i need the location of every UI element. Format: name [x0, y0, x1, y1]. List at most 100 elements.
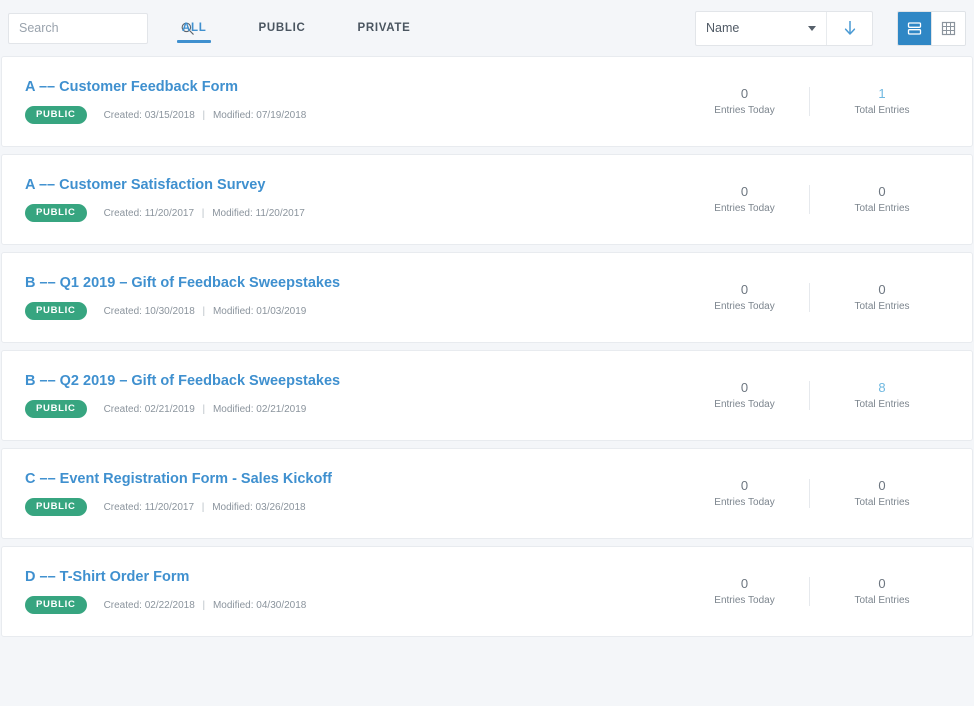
form-dates: Created: 11/20/2017 | Modified: 11/20/20…	[104, 208, 305, 219]
entries-today-label: Entries Today	[714, 203, 775, 214]
form-meta: PUBLIC Created: 11/20/2017 | Modified: 1…	[25, 203, 699, 223]
grid-view-icon	[941, 21, 956, 35]
created-label: Created:	[103, 109, 142, 121]
form-card-main: A –– Customer Feedback Form PUBLIC Creat…	[2, 79, 699, 125]
total-entries-label: Total Entries	[854, 301, 910, 312]
total-entries-value[interactable]: 8	[829, 381, 935, 394]
search-input[interactable]	[19, 21, 180, 35]
entries-today-value: 0	[740, 478, 749, 493]
entries-today-stat: 0 Entries Today	[699, 381, 790, 410]
search-box[interactable]	[8, 12, 194, 44]
form-list-item[interactable]: A –– Customer Feedback Form PUBLIC Creat…	[1, 56, 973, 147]
entries-today-stat: 0 Entries Today	[699, 479, 790, 508]
form-stats: 0 Entries Today 0 Total Entries	[699, 185, 937, 214]
total-entries-stat: 0 Total Entries	[809, 577, 937, 606]
form-title-link[interactable]: D –– T-Shirt Order Form	[25, 569, 699, 585]
created-date: 10/30/2018	[144, 305, 195, 317]
visibility-badge[interactable]: PUBLIC	[25, 203, 87, 223]
total-entries-stat: 8 Total Entries	[809, 381, 937, 410]
entries-today-value: 0	[740, 282, 749, 297]
total-entries-stat: 1 Total Entries	[809, 87, 937, 116]
meta-separator: |	[202, 403, 206, 415]
form-title-link[interactable]: B –– Q2 2019 – Gift of Feedback Sweepsta…	[25, 373, 699, 389]
form-card-main: D –– T-Shirt Order Form PUBLIC Created: …	[2, 569, 699, 615]
created-date: 02/21/2019	[144, 403, 195, 415]
form-list-item[interactable]: B –– Q1 2019 – Gift of Feedback Sweepsta…	[1, 252, 973, 343]
entries-today-label: Entries Today	[714, 595, 775, 606]
form-list-item[interactable]: C –– Event Registration Form - Sales Kic…	[1, 448, 973, 539]
sort-by-select[interactable]: Name	[696, 12, 826, 45]
modified-label: Modified:	[212, 109, 254, 121]
form-card-main: B –– Q1 2019 – Gift of Feedback Sweepsta…	[2, 275, 699, 321]
modified-label: Modified:	[212, 501, 253, 513]
sort-direction-button[interactable]	[826, 11, 872, 45]
total-entries-value[interactable]: 1	[829, 87, 935, 100]
created-date: 11/20/2017	[144, 207, 195, 219]
form-list-item[interactable]: A –– Customer Satisfaction Survey PUBLIC…	[1, 154, 973, 245]
entries-today-label: Entries Today	[714, 497, 775, 508]
form-meta: PUBLIC Created: 02/21/2019 | Modified: 0…	[25, 399, 699, 419]
form-list-item[interactable]: B –– Q2 2019 – Gift of Feedback Sweepsta…	[1, 350, 973, 441]
meta-separator: |	[202, 305, 206, 317]
modified-date: 04/30/2018	[256, 599, 307, 611]
meta-separator: |	[202, 109, 206, 121]
form-stats: 0 Entries Today 1 Total Entries	[699, 87, 937, 116]
visibility-badge[interactable]: PUBLIC	[25, 105, 87, 125]
chevron-down-icon	[808, 25, 816, 31]
entries-today-value: 0	[740, 86, 749, 101]
visibility-badge[interactable]: PUBLIC	[25, 497, 87, 517]
list-view-button[interactable]	[898, 11, 931, 45]
created-date: 03/15/2018	[144, 109, 195, 121]
tab-all[interactable]: ALL	[176, 0, 212, 56]
form-dates: Created: 10/30/2018 | Modified: 01/03/20…	[104, 306, 307, 317]
visibility-badge[interactable]: PUBLIC	[25, 595, 87, 615]
modified-label: Modified:	[212, 305, 254, 317]
entries-today-stat: 0 Entries Today	[699, 283, 790, 312]
modified-label: Modified:	[212, 207, 253, 219]
form-title-link[interactable]: A –– Customer Feedback Form	[25, 79, 699, 95]
form-dates: Created: 02/21/2019 | Modified: 02/21/20…	[104, 404, 307, 415]
created-date: 02/22/2018	[144, 599, 195, 611]
total-entries-label: Total Entries	[854, 203, 910, 214]
entries-today-stat: 0 Entries Today	[699, 87, 790, 116]
form-card-main: C –– Event Registration Form - Sales Kic…	[2, 471, 699, 517]
total-entries-value: 0	[878, 576, 886, 591]
entries-today-label: Entries Today	[714, 301, 775, 312]
created-label: Created:	[103, 403, 142, 415]
form-title-link[interactable]: B –– Q1 2019 – Gift of Feedback Sweepsta…	[25, 275, 699, 291]
form-stats: 0 Entries Today 8 Total Entries	[699, 381, 937, 410]
modified-date: 03/26/2018	[255, 501, 306, 513]
modified-label: Modified:	[212, 403, 254, 415]
modified-date: 11/20/2017	[255, 207, 305, 219]
tab-public[interactable]: PUBLIC	[256, 0, 307, 56]
form-list-item[interactable]: D –– T-Shirt Order Form PUBLIC Created: …	[1, 546, 973, 637]
form-dates: Created: 02/22/2018 | Modified: 04/30/20…	[104, 600, 307, 611]
sort-by-value: Name	[706, 21, 740, 35]
meta-separator: |	[201, 501, 205, 513]
entries-today-label: Entries Today	[714, 399, 775, 410]
form-title-link[interactable]: A –– Customer Satisfaction Survey	[25, 177, 699, 193]
entries-today-stat: 0 Entries Today	[699, 577, 790, 606]
filter-tabs: ALL PUBLIC PRIVATE	[176, 0, 461, 56]
view-mode-toggle	[897, 10, 966, 46]
form-title-link[interactable]: C –– Event Registration Form - Sales Kic…	[25, 471, 699, 487]
total-entries-stat: 0 Total Entries	[809, 283, 937, 312]
created-label: Created:	[103, 501, 142, 513]
form-dates: Created: 03/15/2018 | Modified: 07/19/20…	[104, 110, 307, 121]
entries-today-stat: 0 Entries Today	[699, 185, 790, 214]
visibility-badge[interactable]: PUBLIC	[25, 399, 87, 419]
form-meta: PUBLIC Created: 10/30/2018 | Modified: 0…	[25, 301, 699, 321]
tab-private[interactable]: PRIVATE	[355, 0, 412, 56]
entries-today-value: 0	[740, 380, 749, 395]
form-meta: PUBLIC Created: 02/22/2018 | Modified: 0…	[25, 595, 699, 615]
created-date: 11/20/2017	[144, 501, 195, 513]
visibility-badge[interactable]: PUBLIC	[25, 301, 87, 321]
total-entries-stat: 0 Total Entries	[809, 479, 937, 508]
entries-today-label: Entries Today	[714, 105, 775, 116]
total-entries-label: Total Entries	[854, 105, 910, 116]
modified-label: Modified:	[212, 599, 254, 611]
total-entries-label: Total Entries	[854, 595, 910, 606]
form-list: A –– Customer Feedback Form PUBLIC Creat…	[0, 56, 974, 637]
grid-view-button[interactable]	[931, 11, 965, 45]
form-card-main: B –– Q2 2019 – Gift of Feedback Sweepsta…	[2, 373, 699, 419]
